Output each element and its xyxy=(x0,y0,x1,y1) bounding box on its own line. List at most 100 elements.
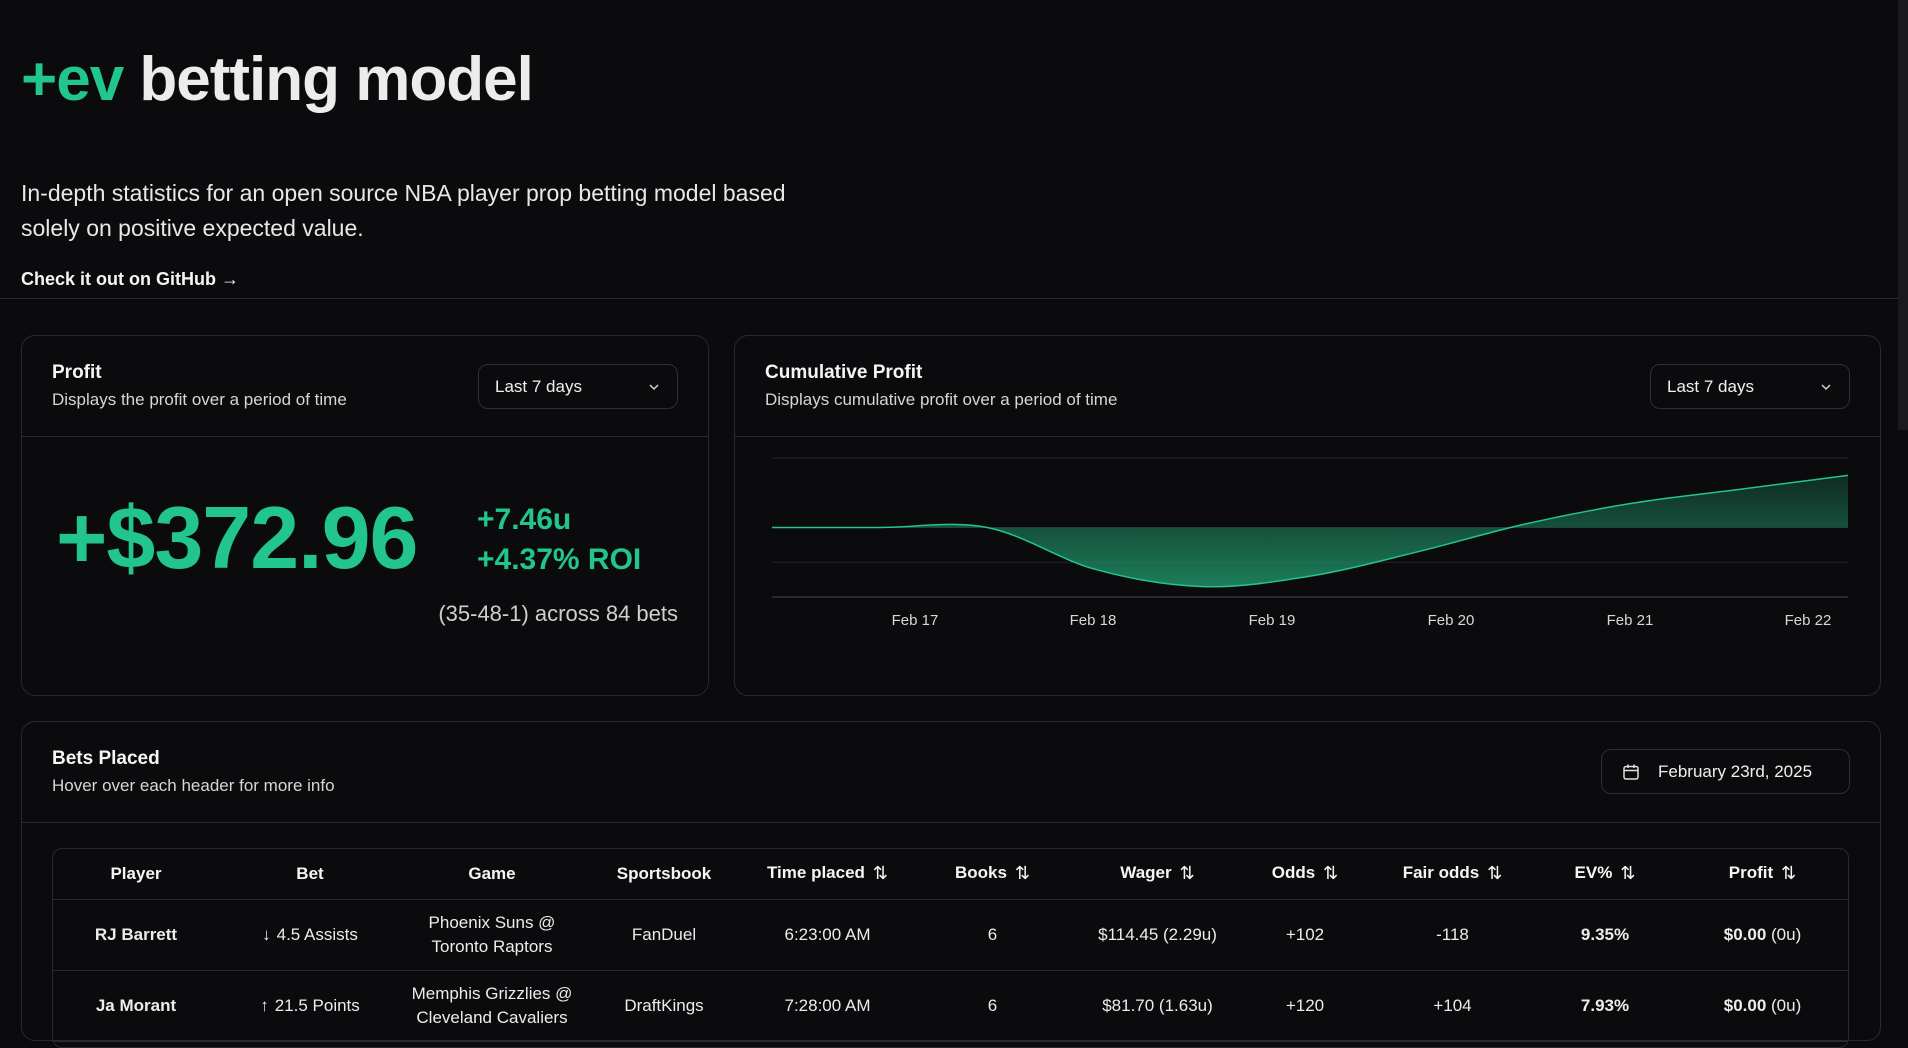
arrow-up-icon: ↑ xyxy=(260,995,269,1015)
cell-wager: $81.70 (1.63u) xyxy=(1075,970,1240,1042)
profit-card-header: Profit Displays the profit over a period… xyxy=(22,336,708,437)
game-line: Memphis Grizzlies @ xyxy=(411,983,573,1003)
sort-icon[interactable]: ⇅ xyxy=(1015,863,1030,884)
chevron-down-icon xyxy=(649,383,659,390)
table-header-row: Player Bet Game Sportsbook Time placed ⇅ Books… xyxy=(53,849,1848,900)
cumulative-chart: Feb 17 Feb 18 Feb 19 Feb 20 Feb 21 Feb 22 xyxy=(735,437,1880,695)
column-header-bet[interactable]: Bet xyxy=(219,849,401,900)
column-header-label: Profit xyxy=(1728,863,1774,883)
column-header-label: Books xyxy=(954,863,1007,883)
cell-fair-odds: +104 xyxy=(1370,970,1535,1042)
column-header-game[interactable]: Game xyxy=(401,849,583,900)
cumulative-chart-svg: Feb 17 Feb 18 Feb 19 Feb 20 Feb 21 Feb 22 xyxy=(771,457,1849,629)
cell-odds: +120 xyxy=(1240,970,1370,1042)
table-row: RJ Barrett ↓ 4.5 Assists Phoenix Suns @ Toro… xyxy=(53,899,1848,971)
cell-player: RJ Barrett xyxy=(53,899,219,971)
title-rest: betting model xyxy=(139,45,533,114)
game-line: Cleveland Cavaliers xyxy=(416,1007,568,1027)
chevron-down-icon xyxy=(1821,383,1831,390)
date-picker-value: February 23rd, 2025 xyxy=(1658,761,1813,781)
profit-units: +7.46u xyxy=(477,503,572,536)
x-tick-label: Feb 22 xyxy=(1785,612,1832,629)
cell-books: 6 xyxy=(910,899,1075,971)
cell-bet: ↓ 4.5 Assists xyxy=(219,899,401,971)
profit-units-value: (0u) xyxy=(1766,995,1802,1015)
cell-fair-odds: -118 xyxy=(1370,899,1535,971)
column-header-label: Time placed xyxy=(766,863,865,883)
scrollbar[interactable] xyxy=(1898,0,1908,430)
game-line: Phoenix Suns @ xyxy=(428,912,556,932)
profit-range-select[interactable]: Last 7 days xyxy=(478,364,678,409)
sort-icon[interactable]: ⇅ xyxy=(1323,863,1338,884)
cell-wager: $114.45 (2.29u) xyxy=(1075,899,1240,971)
column-header-time-placed[interactable]: Time placed ⇅ xyxy=(745,849,910,900)
profit-value: $0.00 xyxy=(1723,995,1767,1015)
column-header-player[interactable]: Player xyxy=(53,849,219,900)
column-header-odds[interactable]: Odds ⇅ xyxy=(1240,849,1370,900)
cell-time: 6:23:00 AM xyxy=(745,899,910,971)
sort-icon[interactable]: ⇅ xyxy=(1620,863,1635,884)
column-header-sportsbook[interactable]: Sportsbook xyxy=(583,849,745,900)
profit-card-body: +$372.96 +7.46u +4.37% ROI (35-48-1) acr… xyxy=(22,437,708,695)
bet-label: 4.5 Assists xyxy=(276,924,358,944)
sort-icon[interactable]: ⇅ xyxy=(1781,863,1796,884)
x-tick-label: Feb 18 xyxy=(1070,612,1117,629)
cell-ev: 9.35% xyxy=(1535,899,1675,971)
page-description: In-depth statistics for an open source N… xyxy=(21,180,786,241)
cumulative-range-value: Last 7 days xyxy=(1667,376,1754,396)
column-header-wager[interactable]: Wager ⇅ xyxy=(1075,849,1240,900)
profit-amount: +$372.96 xyxy=(56,488,418,587)
arrow-down-icon: ↓ xyxy=(262,924,271,944)
profit-units-value: (0u) xyxy=(1766,924,1802,944)
date-picker-button[interactable]: February 23rd, 2025 xyxy=(1601,749,1850,794)
bets-card-title: Bets Placed xyxy=(52,748,160,769)
cell-profit: $0.00 (0u) xyxy=(1675,899,1848,971)
github-link[interactable]: Check it out on GitHub → xyxy=(21,269,239,290)
column-header-ev-[interactable]: EV% ⇅ xyxy=(1535,849,1675,900)
column-header-label: Wager xyxy=(1120,863,1172,883)
sort-icon[interactable]: ⇅ xyxy=(1487,863,1502,884)
bets-placed-card: Bets Placed Hover over each header for m… xyxy=(21,721,1881,1048)
column-header-label: EV% xyxy=(1574,863,1613,883)
x-tick-label: Feb 17 xyxy=(892,612,939,629)
cumulative-profit-card: Cumulative Profit Displays cumulative pr… xyxy=(734,335,1881,696)
column-header-books[interactable]: Books ⇅ xyxy=(910,849,1075,900)
profit-range-value: Last 7 days xyxy=(495,376,582,396)
column-header-profit[interactable]: Profit ⇅ xyxy=(1675,849,1848,900)
cell-game: Phoenix Suns @ Toronto Raptors xyxy=(401,899,583,971)
cell-sportsbook: FanDuel xyxy=(583,899,745,971)
column-header-label: Bet xyxy=(296,863,324,883)
bets-table: Player Bet Game Sportsbook Time placed ⇅ Books… xyxy=(52,848,1849,1048)
column-header-fair-odds[interactable]: Fair odds ⇅ xyxy=(1370,849,1535,900)
column-header-label: Sportsbook xyxy=(616,863,712,883)
cumulative-card-header: Cumulative Profit Displays cumulative pr… xyxy=(735,336,1880,437)
stats-row: Profit Displays the profit over a period… xyxy=(21,335,1881,696)
x-tick-label: Feb 20 xyxy=(1428,612,1475,629)
cell-sportsbook: DraftKings xyxy=(583,970,745,1042)
bet-label: 21.5 Points xyxy=(274,995,360,1015)
cumulative-range-select[interactable]: Last 7 days xyxy=(1650,364,1850,409)
sort-icon[interactable]: ⇅ xyxy=(873,863,888,884)
cell-game: Memphis Grizzlies @ Cleveland Cavaliers xyxy=(401,970,583,1042)
column-header-label: Odds xyxy=(1271,863,1316,883)
cell-books: 6 xyxy=(910,970,1075,1042)
cell-time: 7:28:00 AM xyxy=(745,970,910,1042)
table-row: Ja Morant ↑ 21.5 Points Memphis Grizzlies @… xyxy=(53,970,1848,1042)
cell-bet: ↑ 21.5 Points xyxy=(219,970,401,1042)
sort-icon[interactable]: ⇅ xyxy=(1180,863,1195,884)
series-area xyxy=(772,475,1848,587)
page-title: +ev betting model xyxy=(21,44,1887,116)
cell-ev: 7.93% xyxy=(1535,970,1675,1042)
profit-roi: +4.37% ROI xyxy=(477,543,642,576)
profit-record: (35-48-1) across 84 bets xyxy=(438,601,678,626)
cell-odds: +102 xyxy=(1240,899,1370,971)
hero-section: +ev betting model In-depth statistics fo… xyxy=(0,0,1908,299)
game-line: Toronto Raptors xyxy=(431,936,553,956)
title-accent: +ev xyxy=(21,45,124,114)
bets-card-header: Bets Placed Hover over each header for m… xyxy=(22,722,1880,823)
cell-profit: $0.00 (0u) xyxy=(1675,970,1848,1042)
profit-card: Profit Displays the profit over a period… xyxy=(21,335,709,696)
column-header-label: Player xyxy=(110,863,162,883)
calendar-icon xyxy=(1623,764,1639,780)
cell-player: Ja Morant xyxy=(53,970,219,1042)
